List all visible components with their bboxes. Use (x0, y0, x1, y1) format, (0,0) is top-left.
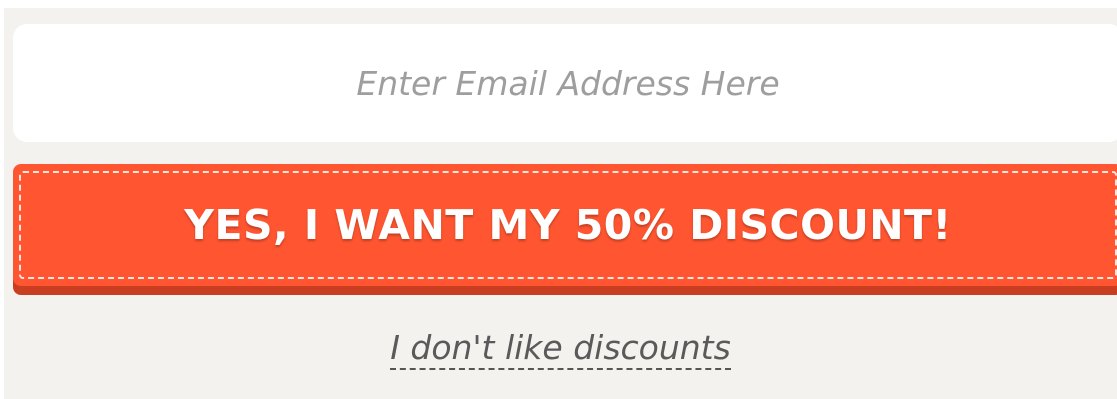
decline-link-container: I don't like discounts (4, 328, 1117, 370)
email-input[interactable] (13, 24, 1117, 142)
claim-discount-button[interactable]: YES, I WANT MY 50% DISCOUNT! (13, 164, 1117, 286)
optin-panel: YES, I WANT MY 50% DISCOUNT! I don't lik… (4, 8, 1117, 399)
claim-discount-label: YES, I WANT MY 50% DISCOUNT! (184, 201, 952, 249)
decline-discount-link[interactable]: I don't like discounts (390, 328, 731, 370)
cta-dashed-border: YES, I WANT MY 50% DISCOUNT! (19, 171, 1117, 279)
